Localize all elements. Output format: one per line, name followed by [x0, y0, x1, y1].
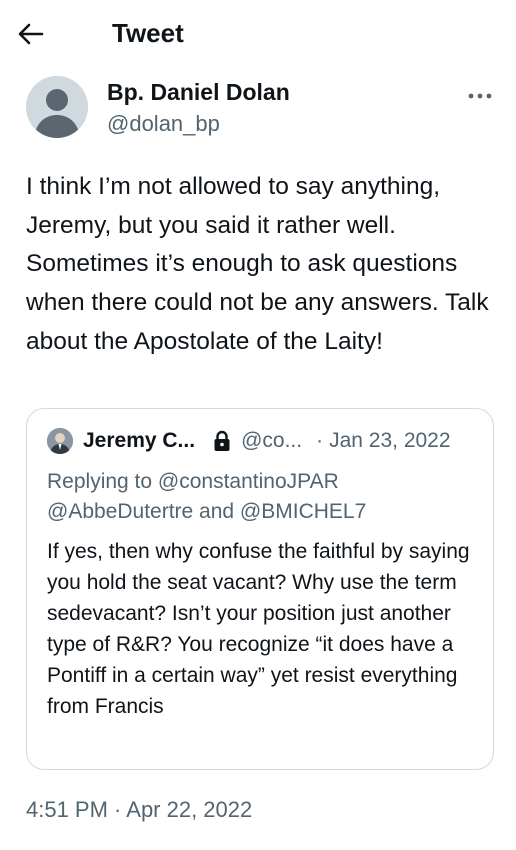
quoted-tweet-header: Jeremy C... @co... · Jan 23, 2022 [47, 427, 487, 455]
lock-icon [213, 430, 231, 452]
default-avatar-icon [26, 76, 88, 138]
separator-dot: · [316, 429, 324, 452]
page-title: Tweet [112, 18, 184, 48]
quoted-author-name: Jeremy C... [83, 429, 196, 452]
avatar-photo-icon [47, 428, 73, 454]
quoted-author-avatar [47, 428, 73, 454]
more-options-button[interactable] [464, 84, 496, 108]
quoted-author-handle: @co... [241, 429, 303, 452]
author-display-name[interactable]: Bp. Daniel Dolan [107, 78, 290, 106]
more-options-icon [468, 93, 492, 99]
replying-to: Replying to @constantinoJPAR @AbbeDutert… [47, 467, 477, 527]
tweet-text: I think I’m not allowed to say anything,… [26, 173, 489, 355]
author-avatar[interactable] [26, 76, 88, 138]
author-handle[interactable]: @dolan_bp [107, 110, 220, 138]
tweet-author-row: Bp. Daniel Dolan @dolan_bp [0, 70, 516, 150]
top-bar: Tweet [0, 0, 516, 66]
quoted-tweet-card[interactable]: Jeremy C... @co... · Jan 23, 2022 Replyi… [26, 408, 494, 770]
quoted-tweet-date: Jan 23, 2022 [329, 429, 451, 452]
tweet-timestamp[interactable]: 4:51 PM · Apr 22, 2022 [26, 796, 252, 824]
quoted-tweet-text: If yes, then why confuse the faithful by… [47, 540, 470, 718]
replying-to-line-2: @AbbeDutertre and @BMICHEL7 [47, 500, 367, 523]
back-button[interactable] [18, 14, 62, 54]
arrow-left-icon [18, 23, 44, 45]
replying-to-line-1: Replying to @constantinoJPAR [47, 470, 339, 493]
